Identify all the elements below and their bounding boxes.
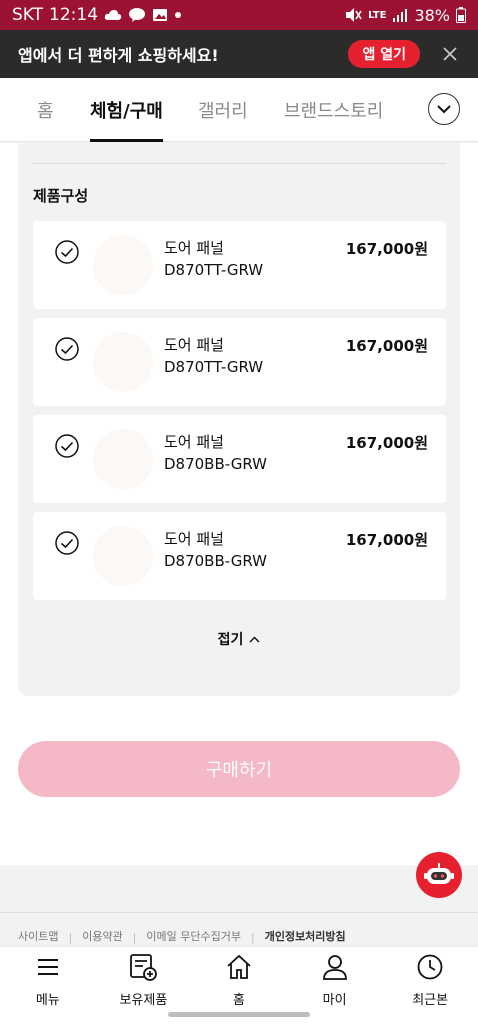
- chevron-down-icon: [437, 104, 451, 113]
- footer-links: 사이트맵 | 이용약관 | 이메일 무단수집거부 | 개인정보처리방침: [0, 912, 478, 946]
- footer-link-privacy[interactable]: 개인정보처리방침: [265, 928, 346, 944]
- product-code: D870TT-GRW: [164, 261, 264, 279]
- home-indicator[interactable]: [168, 1012, 310, 1017]
- collapse-label: 접기: [217, 632, 244, 648]
- product-price: 167,000원: [345, 531, 428, 549]
- product-code: D870BB-GRW: [164, 552, 267, 570]
- tabs-expand-button[interactable]: [428, 93, 460, 125]
- divider: [32, 163, 446, 164]
- product-item[interactable]: 도어 패널 D870BB-GRW 167,000원: [33, 415, 446, 503]
- clock-icon: [416, 953, 444, 981]
- menu-icon: [34, 953, 62, 981]
- section-title: 제품구성: [33, 187, 89, 205]
- clock-time: 12:14: [49, 5, 99, 25]
- cloud-icon: [104, 9, 122, 21]
- divider: |: [250, 931, 255, 944]
- nav-label: 메뉴: [35, 993, 60, 1008]
- nav-label: 최근본: [412, 993, 449, 1008]
- user-icon: [321, 953, 349, 981]
- gallery-icon: [152, 8, 168, 22]
- product-composition-panel: 제품구성 도어 패널 D870TT-GRW 167,000원 도어 패널 D87…: [18, 143, 460, 696]
- signal-icon: [392, 8, 408, 22]
- check-circle-icon[interactable]: [55, 531, 79, 555]
- mute-icon: [344, 7, 362, 23]
- collapse-button[interactable]: 접기: [18, 629, 460, 649]
- footer-link-sitemap[interactable]: 사이트맵: [18, 928, 58, 944]
- product-thumbnail: [93, 332, 153, 392]
- product-price: 167,000원: [345, 240, 428, 258]
- status-bar: SKT 12:14 LTE 38%: [0, 0, 478, 30]
- nav-label: 마이: [322, 993, 347, 1008]
- divider: |: [68, 931, 73, 944]
- product-price: 167,000원: [345, 337, 428, 355]
- nav-label: 홈: [233, 993, 245, 1008]
- product-thumbnail: [93, 526, 153, 586]
- chatbot-button[interactable]: [416, 852, 462, 898]
- owned-products-icon: [129, 953, 158, 981]
- robot-icon: [424, 863, 454, 884]
- network-type: LTE: [368, 9, 387, 21]
- nav-item-menu[interactable]: 메뉴: [0, 947, 96, 1024]
- nav-item-recent[interactable]: 최근본: [382, 947, 478, 1024]
- home-icon: [225, 953, 253, 981]
- footer-link-email-refusal[interactable]: 이메일 무단수집거부: [146, 928, 241, 944]
- app-banner-text: 앱에서 더 편하게 쇼핑하세요!: [18, 46, 219, 65]
- app-banner: 앱에서 더 편하게 쇼핑하세요! 앱 열기: [0, 30, 478, 78]
- product-item[interactable]: 도어 패널 D870TT-GRW 167,000원: [33, 318, 446, 406]
- product-price: 167,000원: [345, 434, 428, 452]
- product-item[interactable]: 도어 패널 D870BB-GRW 167,000원: [33, 512, 446, 600]
- product-item[interactable]: 도어 패널 D870TT-GRW 167,000원: [33, 221, 446, 309]
- product-code: D870BB-GRW: [164, 455, 267, 473]
- carrier-label: SKT: [12, 5, 44, 25]
- check-circle-icon[interactable]: [55, 337, 79, 361]
- tab-gallery[interactable]: 갤러리: [198, 78, 248, 142]
- dot-icon: [174, 11, 182, 19]
- product-thumbnail: [93, 235, 153, 295]
- product-name: 도어 패널: [164, 239, 224, 257]
- tab-brand-story[interactable]: 브랜드스토리: [284, 78, 383, 142]
- product-thumbnail: [93, 429, 153, 489]
- divider: |: [132, 931, 137, 944]
- talk-icon: [128, 8, 146, 22]
- battery-icon: [456, 7, 466, 23]
- main-content: 제품구성 도어 패널 D870TT-GRW 167,000원 도어 패널 D87…: [0, 143, 478, 865]
- close-icon[interactable]: [440, 44, 460, 64]
- footer-link-terms[interactable]: 이용약관: [82, 928, 122, 944]
- battery-percent: 38%: [414, 5, 450, 25]
- tab-experience-purchase[interactable]: 체험/구매: [90, 78, 163, 142]
- product-name: 도어 패널: [164, 530, 224, 548]
- chevron-up-icon: [249, 635, 260, 643]
- check-circle-icon[interactable]: [55, 240, 79, 264]
- product-name: 도어 패널: [164, 336, 224, 354]
- product-code: D870TT-GRW: [164, 358, 264, 376]
- open-app-button[interactable]: 앱 열기: [348, 40, 420, 68]
- product-name: 도어 패널: [164, 433, 224, 451]
- tab-bar: 홈 체험/구매 갤러리 브랜드스토리: [0, 78, 478, 142]
- nav-label: 보유제품: [119, 993, 168, 1008]
- buy-button[interactable]: 구매하기: [18, 741, 460, 797]
- tab-home[interactable]: 홈: [37, 78, 54, 142]
- check-circle-icon[interactable]: [55, 434, 79, 458]
